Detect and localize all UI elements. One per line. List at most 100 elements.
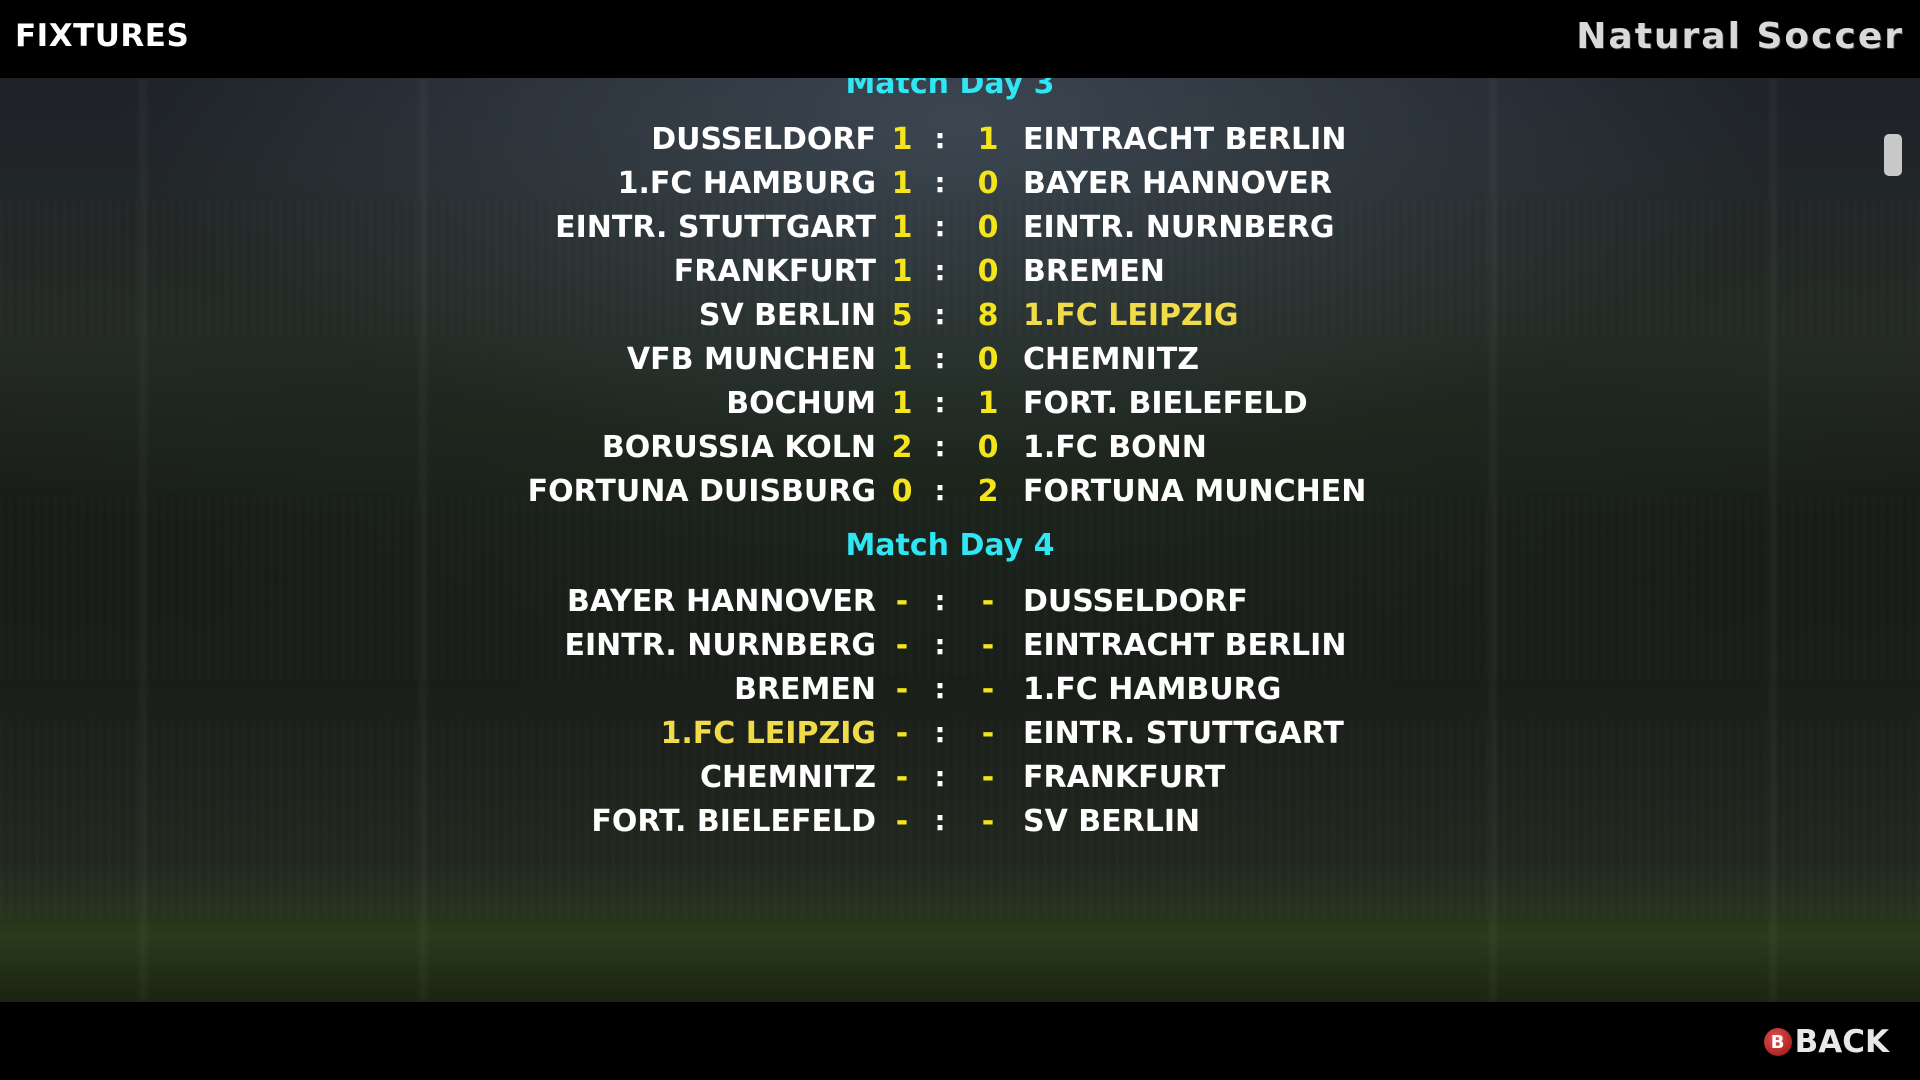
away-score: -: [981, 716, 995, 751]
away-team: EINTR. STUTTGART: [1023, 716, 1344, 751]
away-score: -: [981, 628, 995, 663]
home-team: FORTUNA DUISBURG: [527, 474, 876, 509]
home-score: 1: [891, 254, 913, 289]
home-team: BOCHUM: [726, 386, 876, 421]
home-team: BORUSSIA KOLN: [601, 430, 876, 465]
home-score: 5: [891, 298, 913, 333]
home-score: -: [895, 584, 909, 619]
fixture-row: BAYER HANNOVER -: - DUSSELDORF: [0, 584, 1920, 628]
b-button-icon: B: [1763, 1028, 1792, 1056]
away-team: FORT. BIELEFELD: [1023, 386, 1308, 421]
score-separator: :: [934, 342, 946, 375]
home-team: VFB MUNCHEN: [626, 342, 876, 377]
away-team: EINTRACHT BERLIN: [1023, 122, 1347, 157]
away-score: 1: [977, 122, 999, 157]
score-separator: :: [934, 474, 946, 507]
fixture-row: 1.FC LEIPZIG -: - EINTR. STUTTGART: [0, 716, 1920, 760]
fixture-row: BOCHUM 1:1 FORT. BIELEFELD: [0, 386, 1920, 430]
fixture-row: SV BERLIN 5:8 1.FC LEIPZIG: [0, 298, 1920, 342]
home-team: EINTR. STUTTGART: [555, 210, 876, 245]
away-team: FORTUNA MUNCHEN: [1023, 474, 1367, 509]
away-score: 0: [977, 430, 999, 465]
score-separator: :: [934, 760, 946, 793]
away-score: 0: [977, 342, 999, 377]
home-team: DUSSELDORF: [651, 122, 876, 157]
away-score: -: [981, 804, 995, 839]
scrollbar-thumb[interactable]: [1884, 134, 1902, 176]
bottom-bar: B BACK: [0, 1002, 1920, 1080]
home-team: 1.FC LEIPZIG: [660, 716, 876, 751]
score-separator: :: [934, 166, 946, 199]
home-team: FRANKFURT: [673, 254, 876, 289]
fixture-row: FRANKFURT 1:0 BREMEN: [0, 254, 1920, 298]
home-team: EINTR. NURNBERG: [564, 628, 876, 663]
home-team: CHEMNITZ: [700, 760, 876, 795]
away-score: -: [981, 760, 995, 795]
home-score: -: [895, 672, 909, 707]
fixture-row: 1.FC HAMBURG 1:0 BAYER HANNOVER: [0, 166, 1920, 210]
away-team: EINTR. NURNBERG: [1023, 210, 1335, 245]
score-separator: :: [934, 716, 946, 749]
score-separator: :: [934, 628, 946, 661]
fixture-row: BORUSSIA KOLN 2:0 1.FC BONN: [0, 430, 1920, 474]
away-score: 1: [977, 386, 999, 421]
away-team: SV BERLIN: [1023, 804, 1201, 839]
home-team: BAYER HANNOVER: [566, 584, 876, 619]
score-separator: :: [934, 672, 946, 705]
fixture-row: FORTUNA DUISBURG 0:2 FORTUNA MUNCHEN: [0, 474, 1920, 518]
home-score: 1: [891, 166, 913, 201]
home-team: BREMEN: [734, 672, 876, 707]
score-separator: :: [934, 584, 946, 617]
back-button[interactable]: B BACK: [1763, 1024, 1889, 1060]
home-team: SV BERLIN: [698, 298, 876, 333]
score-separator: :: [934, 210, 946, 243]
home-team: 1.FC HAMBURG: [617, 166, 876, 201]
score-separator: :: [934, 430, 946, 463]
fixture-row: VFB MUNCHEN 1:0 CHEMNITZ: [0, 342, 1920, 386]
fixture-row: FORT. BIELEFELD -: - SV BERLIN: [0, 804, 1920, 848]
away-team: CHEMNITZ: [1023, 342, 1199, 377]
away-score: 0: [977, 166, 999, 201]
score-separator: :: [934, 122, 946, 155]
score-separator: :: [934, 804, 946, 837]
away-score: -: [981, 672, 995, 707]
away-team: DUSSELDORF: [1023, 584, 1248, 619]
fixtures-screen: FIXTURES Natural Soccer Match Day 3 DUSSE…: [0, 0, 1920, 1080]
fixture-row: CHEMNITZ -: - FRANKFURT: [0, 760, 1920, 804]
screen-title: FIXTURES: [15, 18, 190, 54]
fixture-row: EINTR. STUTTGART 1:0 EINTR. NURNBERG: [0, 210, 1920, 254]
away-team: 1.FC BONN: [1023, 430, 1207, 465]
home-score: -: [895, 628, 909, 663]
game-logo: Natural Soccer: [1576, 16, 1904, 57]
fixtures-list[interactable]: Match Day 3 DUSSELDORF 1:1 EINTRACHT BERLIN…: [0, 78, 1920, 1002]
home-score: 1: [891, 122, 913, 157]
fixture-row: BREMEN -: -1.FC HAMBURG: [0, 672, 1920, 716]
home-score: 0: [891, 474, 913, 509]
away-team: EINTRACHT BERLIN: [1023, 628, 1347, 663]
home-score: 1: [891, 386, 913, 421]
home-score: -: [895, 804, 909, 839]
away-score: 0: [977, 210, 999, 245]
home-team: FORT. BIELEFELD: [591, 804, 876, 839]
away-score: 8: [977, 298, 999, 333]
home-score: -: [895, 760, 909, 795]
score-separator: :: [934, 386, 946, 419]
home-score: 2: [891, 430, 913, 465]
away-team: BREMEN: [1023, 254, 1165, 289]
top-bar: FIXTURES Natural Soccer: [0, 0, 1920, 78]
score-separator: :: [934, 254, 946, 287]
away-score: -: [981, 584, 995, 619]
fixture-row: DUSSELDORF 1:1 EINTRACHT BERLIN: [0, 122, 1920, 166]
match-day-title: Match Day 3: [845, 78, 1055, 101]
away-score: 0: [977, 254, 999, 289]
back-label: BACK: [1794, 1024, 1889, 1060]
match-day-title: Match Day 4: [845, 528, 1055, 563]
away-team: FRANKFURT: [1023, 760, 1226, 795]
home-score: 1: [891, 210, 913, 245]
away-score: 2: [977, 474, 999, 509]
score-separator: :: [934, 298, 946, 331]
away-team: 1.FC HAMBURG: [1023, 672, 1282, 707]
away-team: 1.FC LEIPZIG: [1023, 298, 1239, 333]
away-team: BAYER HANNOVER: [1023, 166, 1333, 201]
home-score: 1: [891, 342, 913, 377]
